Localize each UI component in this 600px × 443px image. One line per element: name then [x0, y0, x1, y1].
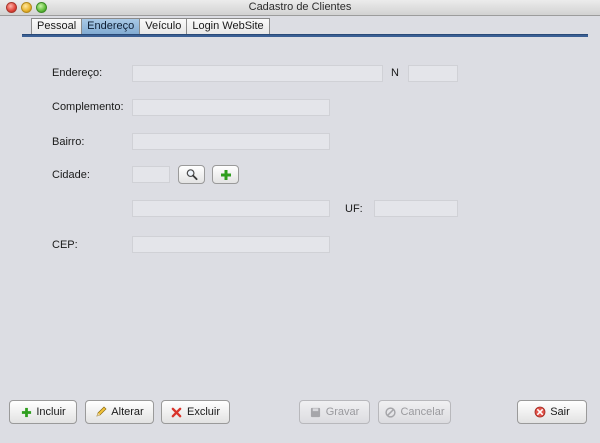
search-city-button[interactable] [178, 165, 205, 184]
endereco-label: Endereço: [52, 67, 103, 79]
cidade-code-field[interactable] [132, 166, 170, 183]
cancel-circle-icon [384, 406, 396, 418]
gravar-button[interactable]: Gravar [299, 400, 370, 424]
excluir-button[interactable]: Excluir [161, 400, 230, 424]
main-window: Cadastro de Clientes Pessoal Endereço Ve… [0, 0, 600, 443]
cancelar-button[interactable]: Cancelar [378, 400, 451, 424]
magnifier-icon [186, 169, 198, 181]
pencil-icon [95, 406, 107, 418]
plus-icon [20, 406, 32, 418]
incluir-label: Incluir [36, 406, 66, 418]
gravar-label: Gravar [325, 406, 360, 418]
uf-field[interactable] [374, 200, 458, 217]
tab-veiculo[interactable]: Veículo [139, 18, 188, 35]
save-icon [310, 406, 322, 418]
tab-bar: Pessoal Endereço Veículo Login WebSite [31, 18, 270, 35]
cidade-label: Cidade: [52, 169, 90, 181]
incluir-button[interactable]: Incluir [9, 400, 77, 424]
bairro-label: Bairro: [52, 136, 85, 148]
tab-login-website[interactable]: Login WebSite [186, 18, 270, 35]
complemento-label: Complemento: [52, 101, 124, 113]
sair-button[interactable]: Sair [517, 400, 587, 424]
exit-icon [534, 406, 546, 418]
tab-pessoal[interactable]: Pessoal [31, 18, 83, 35]
title-bar: Cadastro de Clientes [0, 0, 600, 16]
cep-field[interactable] [132, 236, 330, 253]
alterar-label: Alterar [111, 406, 144, 418]
excluir-label: Excluir [186, 406, 220, 418]
numero-label: N [391, 67, 399, 79]
add-city-button[interactable] [212, 165, 239, 184]
complemento-field[interactable] [132, 99, 330, 116]
numero-field[interactable] [408, 65, 458, 82]
sair-label: Sair [550, 406, 570, 418]
delete-x-icon [171, 406, 183, 418]
cep-label: CEP: [52, 239, 78, 251]
plus-icon [220, 169, 232, 181]
cancelar-label: Cancelar [400, 406, 445, 418]
tab-endereco[interactable]: Endereço [81, 18, 141, 35]
endereco-field[interactable] [132, 65, 383, 82]
window-title: Cadastro de Clientes [248, 1, 352, 13]
bairro-field[interactable] [132, 133, 330, 150]
cidade-name-field[interactable] [132, 200, 330, 217]
alterar-button[interactable]: Alterar [85, 400, 154, 424]
tab-underline [22, 34, 588, 37]
uf-label: UF: [345, 203, 363, 215]
